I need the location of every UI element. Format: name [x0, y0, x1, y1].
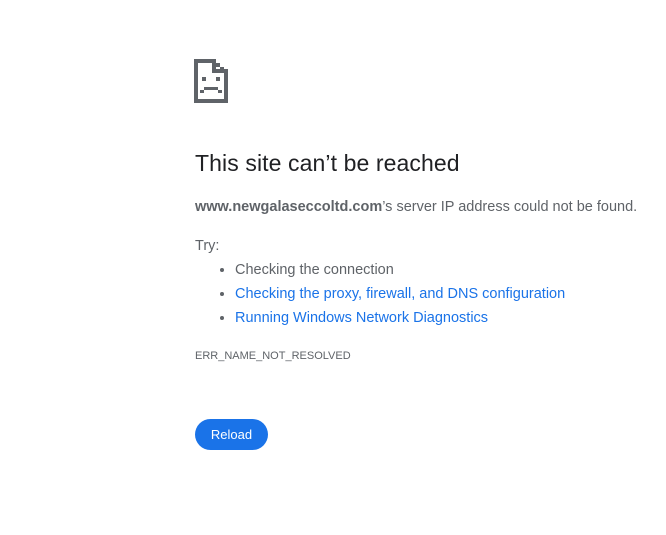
- try-label: Try:: [195, 238, 220, 254]
- summary-message: ’s server IP address could not be found.: [382, 199, 638, 215]
- check-proxy-link[interactable]: Checking the proxy, firewall, and DNS co…: [235, 286, 565, 302]
- network-diagnostics-link[interactable]: Running Windows Network Diagnostics: [235, 310, 488, 326]
- host-name: www.newgalaseccoltd.com: [195, 199, 383, 215]
- sad-page-icon: [194, 59, 230, 103]
- suggestion-check-connection: Checking the connection: [235, 258, 565, 282]
- error-code: ERR_NAME_NOT_RESOLVED: [195, 350, 351, 362]
- suggestion-network-diagnostics[interactable]: Running Windows Network Diagnostics: [235, 306, 565, 330]
- reload-button[interactable]: Reload: [195, 419, 268, 450]
- suggestions-list: Checking the connection Checking the pro…: [195, 258, 565, 330]
- page-title: This site can’t be reached: [195, 150, 460, 176]
- suggestion-check-proxy[interactable]: Checking the proxy, firewall, and DNS co…: [235, 282, 565, 306]
- error-summary: www.newgalaseccoltd.com’s server IP addr…: [195, 199, 637, 215]
